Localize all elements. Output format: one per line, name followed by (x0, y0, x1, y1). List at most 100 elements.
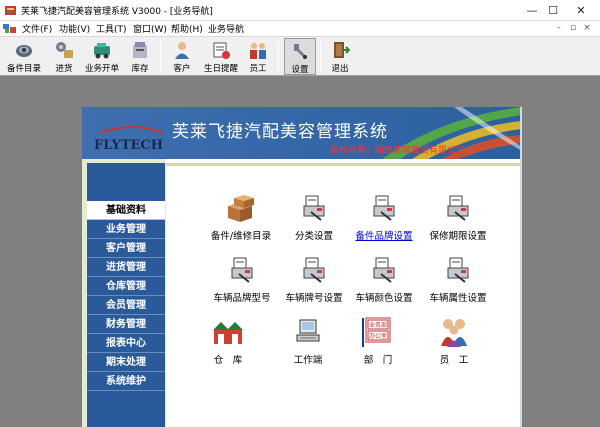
tile-label: 车辆属性设置 (429, 293, 487, 304)
mdi-child-icon (3, 24, 16, 33)
toolbar-business-order-button[interactable]: 业务开单 (84, 38, 120, 75)
printer-settings-icon (231, 257, 253, 283)
printer-settings-icon (373, 195, 395, 221)
toolbar-customer-button[interactable]: 客户 (166, 38, 198, 75)
nav-item-system-maintenance[interactable]: 系统维护 (87, 372, 165, 391)
menu-file[interactable]: 文件(F) (22, 22, 52, 35)
toolbar-label: 业务开单 (84, 64, 119, 74)
tile-label: 车辆颜色设置 (355, 293, 413, 304)
nav-item-period-end[interactable]: 期末处理 (87, 353, 165, 372)
toolbar: 备件目录 进货 业务开单 库存 客户 生日提醒 员工 设置 退出 (0, 36, 600, 76)
nav-item-warehouse[interactable]: 仓库管理 (87, 277, 165, 296)
department-icon: 业务部 办公室 (362, 317, 391, 347)
printer-settings-icon (373, 257, 395, 283)
tile-label: 仓 库 (213, 355, 243, 366)
window-title: 芙莱飞捷汽配美容管理系统 V3000 - [业务导航] (21, 7, 213, 17)
dept-sign-line2: 办公室 (369, 332, 387, 340)
tile-vehicle-plate-settings[interactable]: 车辆牌号设置 (274, 254, 354, 314)
business-order-icon (94, 43, 110, 59)
tile-label: 车辆牌号设置 (285, 293, 343, 304)
toolbar-label: 库存 (131, 64, 149, 74)
menu-tools[interactable]: 工具(T) (96, 22, 127, 35)
banner: FLYTECH 芙莱飞捷汽配美容管理系统 版权所有：湘西美容商贸有限公司 (82, 107, 522, 159)
toolbar-label: 客户 (173, 64, 191, 74)
dept-sign-line1: 业务部 (369, 321, 387, 329)
tile-vehicle-color-settings[interactable]: 车辆颜色设置 (344, 254, 424, 314)
tile-workstation[interactable]: 工作端 (268, 316, 348, 376)
toolbar-inventory-button[interactable]: 库存 (124, 38, 156, 75)
left-pane: 基础资料 业务管理 客户管理 进货管理 仓库管理 会员管理 财务管理 报表中心 … (82, 159, 166, 427)
banner-title: 芙莱飞捷汽配美容管理系统 (172, 122, 388, 142)
customer-icon (175, 42, 189, 59)
tile-vehicle-attribute-settings[interactable]: 车辆属性设置 (418, 254, 498, 314)
panel-edge (520, 107, 522, 427)
tile-grid: 备件/维修目录 分类设置 备件品牌设置 保修期限设置 车辆品牌型号 车辆牌号设置… (166, 163, 520, 427)
toolbar-birthday-reminder-button[interactable]: 生日提醒 (202, 38, 240, 75)
tile-label: 工作端 (293, 355, 323, 366)
nav-item-finance[interactable]: 财务管理 (87, 315, 165, 334)
settings-icon (294, 44, 307, 59)
tile-warehouse[interactable]: 仓 库 (188, 316, 268, 376)
boxes-icon (228, 195, 254, 222)
printer-settings-icon (447, 195, 469, 221)
mdi-close-button[interactable]: × (581, 22, 593, 34)
close-button[interactable]: ✕ (561, 0, 600, 21)
tile-label: 备件/维修目录 (210, 231, 272, 242)
menu-bar: 文件(F) 功能(V) 工具(T) 窗口(W) 帮助(H) 业务导航 - ▫ × (0, 21, 600, 36)
nav-item-basic-data[interactable]: 基础资料 (87, 201, 165, 220)
tile-warranty-period-settings[interactable]: 保修期限设置 (418, 192, 498, 252)
toolbar-label: 进货 (55, 64, 73, 74)
nav-item-member[interactable]: 会员管理 (87, 296, 165, 315)
staff-icon (441, 319, 467, 347)
menu-help[interactable]: 帮助(H) (171, 22, 203, 35)
toolbar-label: 员工 (249, 64, 267, 74)
warehouse-icon (213, 322, 243, 344)
toolbar-label: 设置 (291, 65, 309, 75)
business-navigation-panel: FLYTECH 芙莱飞捷汽配美容管理系统 版权所有：湘西美容商贸有限公司 基础资… (82, 107, 522, 427)
printer-settings-icon (447, 257, 469, 283)
tile-vehicle-brand-model[interactable]: 车辆品牌型号 (202, 254, 282, 314)
toolbar-separator (320, 41, 321, 73)
menu-function[interactable]: 功能(V) (59, 22, 90, 35)
tile-label[interactable]: 备件品牌设置 (344, 228, 424, 242)
tile-parts-brand-settings[interactable]: 备件品牌设置 (344, 192, 424, 252)
tile-category-settings[interactable]: 分类设置 (274, 192, 354, 252)
toolbar-separator (160, 41, 161, 73)
mdi-minimize-button[interactable]: - (553, 22, 565, 34)
printer-settings-icon (303, 257, 325, 283)
toolbar-exit-button[interactable]: 退出 (326, 38, 354, 75)
title-bar: 芙莱飞捷汽配美容管理系统 V3000 - [业务导航] — ☐ ✕ (0, 0, 600, 21)
menu-business-nav[interactable]: 业务导航 (208, 22, 244, 35)
tile-label: 分类设置 (294, 231, 333, 242)
toolbar-settings-button[interactable]: 设置 (284, 38, 316, 75)
employee-icon (250, 43, 266, 59)
category-nav: 基础资料 业务管理 客户管理 进货管理 仓库管理 会员管理 财务管理 报表中心 … (87, 163, 165, 427)
tile-label: 车辆品牌型号 (213, 293, 271, 304)
parts-catalog-icon (16, 45, 32, 57)
toolbar-purchase-button[interactable]: 进货 (48, 38, 80, 75)
tile-parts-catalog[interactable]: 备件/维修目录 (196, 192, 286, 252)
printer-settings-icon (303, 195, 325, 221)
nav-item-reports[interactable]: 报表中心 (87, 334, 165, 353)
toolbar-label: 备件目录 (6, 64, 41, 74)
company-logo: FLYTECH (92, 125, 172, 156)
menu-window[interactable]: 窗口(W) (133, 22, 167, 35)
tile-label: 保修期限设置 (429, 231, 487, 242)
toolbar-label: 退出 (331, 64, 349, 74)
toolbar-parts-catalog-button[interactable]: 备件目录 (4, 38, 44, 75)
purchase-icon (56, 42, 73, 58)
nav-item-purchase[interactable]: 进货管理 (87, 258, 165, 277)
toolbar-label: 生日提醒 (203, 64, 238, 74)
inventory-icon (133, 42, 147, 58)
nav-item-customer[interactable]: 客户管理 (87, 239, 165, 258)
tile-department[interactable]: 业务部 办公室 部 门 (338, 316, 418, 376)
nav-item-business[interactable]: 业务管理 (87, 220, 165, 239)
flytech-logo-icon: FLYTECH (94, 126, 165, 153)
app-icon (5, 6, 16, 15)
toolbar-employee-button[interactable]: 员工 (244, 38, 272, 75)
tile-label: 部 门 (363, 355, 393, 366)
mdi-restore-button[interactable]: ▫ (567, 22, 579, 34)
banner-subtitle: 版权所有：湘西美容商贸有限公司 (330, 146, 466, 156)
terminal-icon (296, 319, 320, 342)
tile-staff[interactable]: 员 工 (414, 316, 494, 376)
